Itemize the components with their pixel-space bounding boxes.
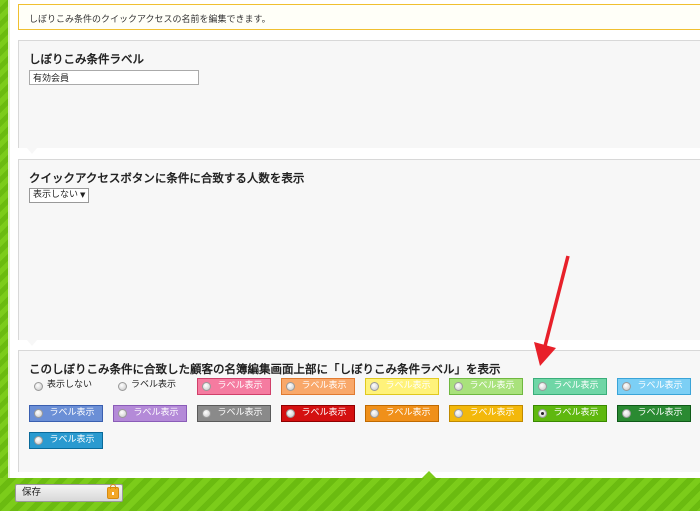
- radio-button[interactable]: [622, 382, 631, 391]
- red-arrow-annotation: [534, 255, 570, 366]
- display-section: このしぼりこみ条件に合致した顧客の名簿編集画面上部に「しぼりこみ条件ラベル」を表…: [18, 350, 700, 472]
- chevron-down-icon: ▼: [80, 191, 86, 199]
- label-style-option-text: ラベル表示: [49, 435, 95, 445]
- radio-button[interactable]: [34, 436, 43, 445]
- lock-icon: [107, 484, 119, 499]
- radio-button[interactable]: [202, 382, 211, 391]
- inner-border: [8, 0, 10, 478]
- count-section-title: クイックアクセスボタンに条件に合致する人数を表示: [29, 171, 305, 185]
- label-style-option[interactable]: ラベル表示: [533, 378, 607, 395]
- radio-button[interactable]: [370, 409, 379, 418]
- label-style-option-text: ラベル表示: [385, 381, 431, 391]
- display-section-title: このしぼりこみ条件に合致した顧客の名簿編集画面上部に「しぼりこみ条件ラベル」を表…: [29, 362, 501, 376]
- label-section: しぼりこみ条件ラベル: [18, 40, 700, 154]
- label-style-option-text: ラベル表示: [553, 408, 599, 418]
- label-style-option-text: ラベル表示: [553, 381, 599, 391]
- notice-banner: しぼりこみ条件のクイックアクセスの名前を編集できます。: [18, 4, 700, 30]
- radio-button[interactable]: [454, 382, 463, 391]
- radio-button[interactable]: [622, 409, 631, 418]
- label-style-option-text: ラベル表示: [131, 380, 177, 390]
- label-style-option[interactable]: ラベル表示: [365, 378, 439, 395]
- arrow-head: [534, 342, 556, 366]
- label-style-option-text: ラベル表示: [301, 381, 347, 391]
- radio-button[interactable]: [34, 409, 43, 418]
- label-style-option[interactable]: ラベル表示: [113, 378, 187, 395]
- count-display-select[interactable]: 表示しない ▼: [29, 188, 90, 203]
- label-style-option[interactable]: ラベル表示: [617, 378, 691, 395]
- radio-button[interactable]: [454, 409, 463, 418]
- save-button[interactable]: 保存: [15, 484, 123, 502]
- label-style-option[interactable]: ラベル表示: [281, 405, 355, 422]
- label-style-option[interactable]: ラベル表示: [617, 405, 691, 422]
- label-style-option-text: ラベル表示: [469, 381, 515, 391]
- label-style-option[interactable]: 表示しない: [29, 378, 103, 395]
- label-style-option-text: ラベル表示: [217, 408, 263, 418]
- label-style-option[interactable]: ラベル表示: [29, 432, 103, 449]
- radio-button[interactable]: [202, 409, 211, 418]
- label-style-option[interactable]: ラベル表示: [197, 378, 271, 395]
- radio-button[interactable]: [286, 409, 295, 418]
- radio-button[interactable]: [118, 382, 127, 391]
- condition-label-input[interactable]: [29, 70, 199, 85]
- label-style-option-text: ラベル表示: [217, 381, 263, 391]
- section-tab-caret: [27, 340, 37, 346]
- label-style-option[interactable]: ラベル表示: [449, 405, 523, 422]
- label-style-option-text: ラベル表示: [301, 408, 347, 418]
- label-style-option[interactable]: ラベル表示: [113, 405, 187, 422]
- radio-button[interactable]: [538, 382, 547, 391]
- radio-button[interactable]: [370, 382, 379, 391]
- label-style-option-text: 表示しない: [47, 380, 93, 390]
- label-section-title: しぼりこみ条件ラベル: [29, 52, 144, 66]
- label-style-option-text: ラベル表示: [49, 408, 95, 418]
- label-style-option-text: ラベル表示: [637, 408, 683, 418]
- label-style-option[interactable]: ラベル表示: [29, 405, 103, 422]
- label-style-option-text: ラベル表示: [133, 408, 179, 418]
- left-green-border: [0, 0, 8, 478]
- label-style-option[interactable]: ラベル表示: [197, 405, 271, 422]
- label-style-option-text: ラベル表示: [385, 408, 431, 418]
- label-style-option-text: ラベル表示: [469, 408, 515, 418]
- section-tab-caret: [27, 148, 37, 154]
- footer-notch: [422, 471, 436, 478]
- radio-button[interactable]: [34, 382, 43, 391]
- label-style-option[interactable]: ラベル表示: [365, 405, 439, 422]
- radio-button[interactable]: [538, 409, 547, 418]
- arrow-shaft: [542, 255, 570, 351]
- radio-button[interactable]: [118, 409, 127, 418]
- count-display-select-value: 表示しない: [33, 190, 79, 200]
- count-section: クイックアクセスボタンに条件に合致する人数を表示 表示しない ▼: [18, 159, 700, 346]
- save-button-label: 保存: [22, 487, 42, 498]
- radio-button[interactable]: [286, 382, 295, 391]
- label-style-option[interactable]: ラベル表示: [449, 378, 523, 395]
- label-style-option[interactable]: ラベル表示: [281, 378, 355, 395]
- notice-text: しぼりこみ条件のクイックアクセスの名前を編集できます。: [29, 15, 271, 25]
- label-style-option[interactable]: ラベル表示: [533, 405, 607, 422]
- label-style-option-text: ラベル表示: [637, 381, 683, 391]
